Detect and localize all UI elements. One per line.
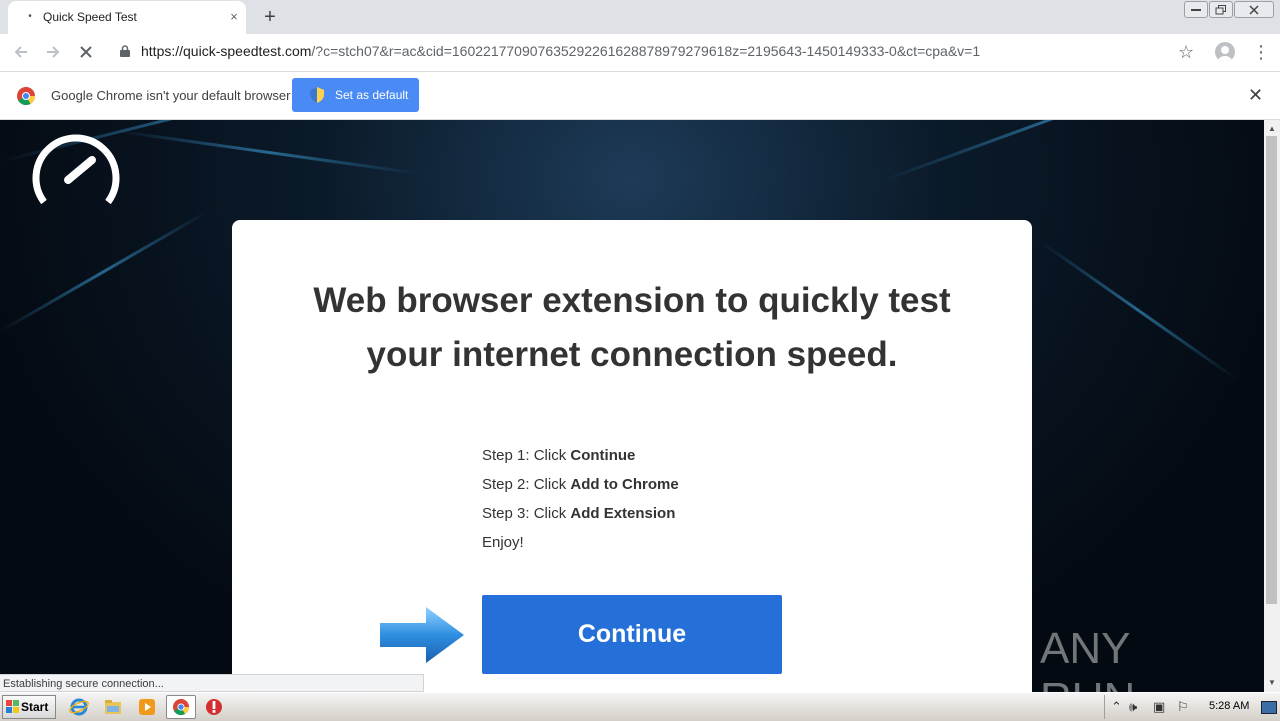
start-label: Start — [21, 700, 49, 714]
page-headline: Web browser extension to quickly test yo… — [232, 274, 1032, 382]
infobar-message: Google Chrome isn't your default browser — [51, 88, 291, 103]
step-2: Step 2: Click Add to Chrome — [482, 473, 679, 502]
headline-line-2: your internet connection speed. — [366, 335, 898, 374]
step-1: Step 1: Click Continue — [482, 444, 679, 473]
internet-explorer-icon[interactable] — [69, 697, 89, 717]
window-close-button[interactable] — [1234, 1, 1274, 18]
lock-icon — [120, 45, 130, 57]
profile-avatar-icon[interactable] — [1215, 42, 1235, 62]
uac-shield-icon — [310, 87, 324, 103]
windows-taskbar: Start ⌃ 🕪 ▣ ⚐ 5:28 AM — [0, 692, 1280, 721]
media-player-icon[interactable] — [137, 697, 157, 717]
background-streak — [1039, 240, 1238, 381]
browser-toolbar: https://quick-speedtest.com/?c=stch07&r=… — [0, 34, 1280, 72]
minimize-icon — [1191, 8, 1201, 11]
default-browser-infobar: Google Chrome isn't your default browser… — [0, 72, 1280, 120]
forward-arrow-icon[interactable] — [42, 41, 64, 63]
watermark-text: ANY RUN — [1040, 624, 1135, 692]
step-2-action: Add to Chrome — [570, 476, 679, 493]
minimize-button[interactable] — [1184, 1, 1208, 18]
url-path: /?c=stch07&r=ac&cid=16022177090763529226… — [311, 43, 981, 59]
continue-button[interactable]: Continue — [482, 595, 782, 674]
kebab-menu-icon[interactable]: ⋮ — [1252, 41, 1270, 63]
promo-card: Web browser extension to quickly test yo… — [232, 220, 1032, 692]
restore-icon — [1215, 4, 1226, 14]
system-tray: ⌃ 🕪 ▣ ⚐ 5:28 AM — [1104, 695, 1280, 719]
volume-icon[interactable]: 🕪 — [1129, 699, 1137, 715]
set-as-default-label: Set as default — [335, 88, 409, 102]
arrow-right-icon — [380, 607, 464, 663]
step-3-action: Add Extension — [570, 505, 676, 522]
step-2-prefix: Step 2: Click — [482, 476, 571, 493]
infobar-close-icon[interactable]: ✕ — [1248, 86, 1263, 104]
show-hidden-icons-icon[interactable]: ⌃ — [1111, 699, 1122, 715]
url-host: https://quick-speedtest.com — [141, 43, 312, 59]
chrome-icon — [173, 699, 189, 715]
anyrun-watermark: ANY RUN — [1036, 608, 1236, 692]
antivirus-icon[interactable] — [204, 697, 224, 717]
set-as-default-button[interactable]: Set as default — [292, 78, 419, 112]
step-3: Step 3: Click Add Extension — [482, 502, 679, 531]
background-streak — [119, 130, 418, 175]
browser-tab[interactable]: • Quick Speed Test × — [8, 1, 246, 34]
action-center-flag-icon[interactable]: ⚐ — [1177, 699, 1189, 715]
scroll-up-icon[interactable]: ▲ — [1268, 124, 1276, 133]
tab-close-icon[interactable]: × — [226, 9, 242, 25]
scroll-down-icon[interactable]: ▼ — [1268, 678, 1276, 687]
tab-strip: • Quick Speed Test × + — [0, 0, 1280, 34]
address-bar[interactable]: https://quick-speedtest.com/?c=stch07&r=… — [108, 39, 1203, 65]
page-viewport: Web browser extension to quickly test yo… — [0, 120, 1264, 692]
vertical-scrollbar[interactable]: ▲ ▼ — [1264, 120, 1280, 692]
enjoy-text: Enjoy! — [482, 534, 524, 551]
folder-icon[interactable] — [103, 697, 123, 717]
maximize-button[interactable] — [1209, 1, 1233, 18]
tab-title: Quick Speed Test — [43, 10, 137, 24]
show-desktop-icon[interactable] — [1261, 701, 1277, 714]
back-arrow-icon[interactable] — [10, 41, 32, 63]
background-streak — [0, 210, 209, 333]
windows-logo-icon — [6, 700, 19, 713]
status-bubble: Establishing secure connection... — [0, 674, 424, 692]
steps-list: Step 1: Click Continue Step 2: Click Add… — [482, 444, 679, 560]
close-icon — [1249, 4, 1259, 15]
scroll-thumb[interactable] — [1266, 136, 1277, 604]
stop-loading-icon[interactable] — [75, 41, 97, 63]
chrome-logo-icon — [17, 87, 35, 105]
start-button[interactable]: Start — [2, 695, 56, 719]
loading-spinner-icon: • — [28, 11, 32, 22]
chrome-taskbar-button[interactable] — [166, 695, 196, 719]
bookmark-star-icon[interactable]: ☆ — [1178, 39, 1194, 65]
headline-line-1: Web browser extension to quickly test — [313, 281, 951, 320]
step-1-action: Continue — [570, 447, 636, 464]
url-text: https://quick-speedtest.com/?c=stch07&r=… — [141, 43, 980, 59]
step-1-prefix: Step 1: Click — [482, 447, 571, 464]
step-3-prefix: Step 3: Click — [482, 505, 571, 522]
clock[interactable]: 5:28 AM — [1209, 700, 1249, 712]
background-streak — [879, 120, 1238, 183]
speedometer-logo-icon — [32, 134, 120, 205]
new-tab-button[interactable]: + — [259, 6, 281, 28]
network-icon[interactable]: ▣ — [1153, 699, 1165, 715]
